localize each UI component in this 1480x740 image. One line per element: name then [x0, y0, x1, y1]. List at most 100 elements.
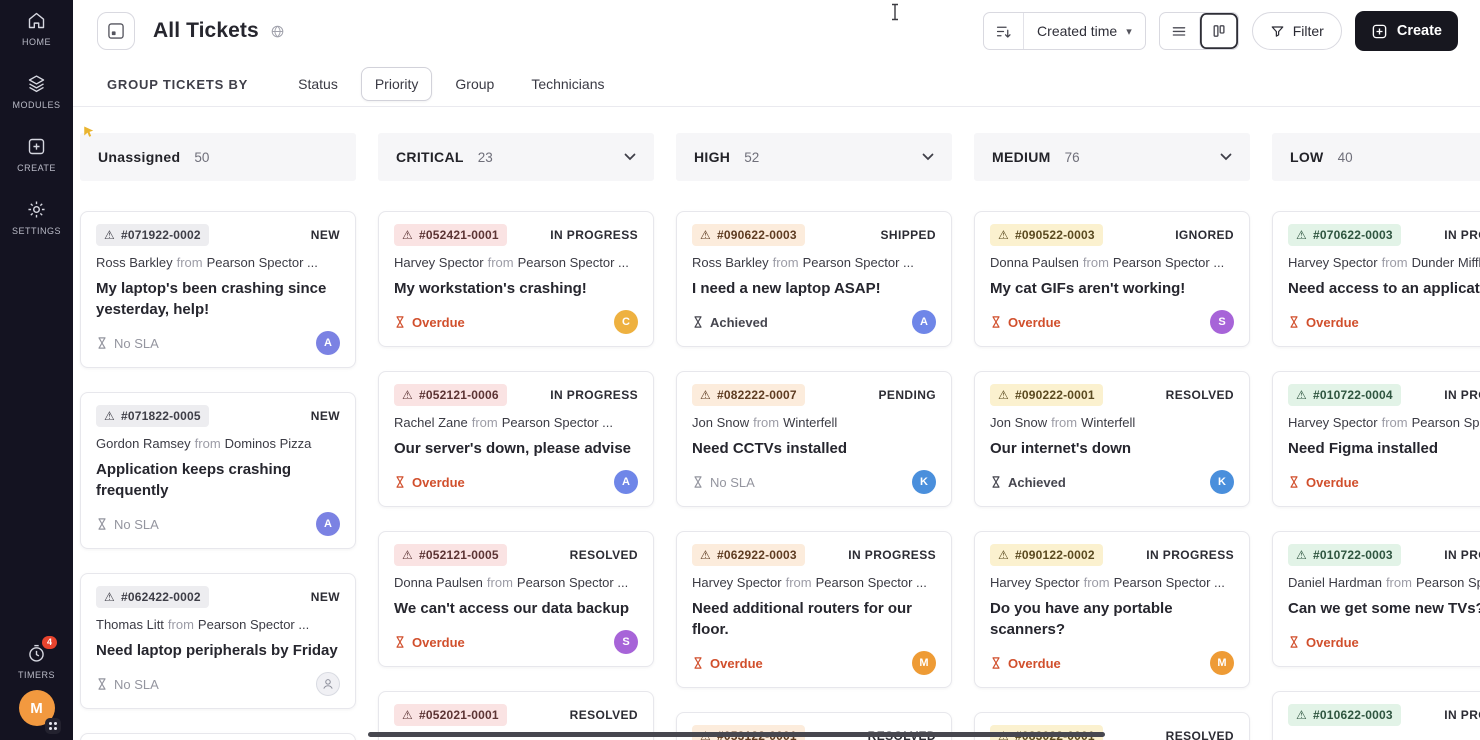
assignee-avatar[interactable]: C	[614, 310, 638, 334]
assignee-avatar[interactable]	[316, 672, 340, 696]
ticket-subject[interactable]: We can't access our data backup	[394, 598, 638, 619]
tab-technicians[interactable]: Technicians	[517, 67, 618, 101]
ticket-id-badge[interactable]: ⚠ #090222-0001	[990, 384, 1103, 406]
requester-line: Ross Barkley from Pearson Spector ...	[692, 255, 936, 271]
ticket-card[interactable]: ⚠ #082222-0007 PENDING Jon Snow from Win…	[676, 371, 952, 507]
ticket-id-badge[interactable]: ⚠ #070622-0003	[1288, 224, 1401, 246]
from-label: from	[487, 255, 514, 270]
ticket-subject[interactable]: Need laptop peripherals by Friday	[96, 640, 340, 661]
ticket-id-badge[interactable]: ⚠ #090622-0003	[692, 224, 805, 246]
ticket-subject[interactable]: Our server's down, please advise	[394, 438, 638, 459]
ticket-card[interactable]: ⚠ #071822-0005 NEW Gordon Ramsey from Do…	[80, 392, 356, 549]
ticket-card-footer: Overdue	[1288, 630, 1480, 654]
ticket-card[interactable]: ⚠ #052421-0001 IN PROGRESS Harvey Specto…	[378, 211, 654, 347]
ticket-status: RESOLVED	[1165, 388, 1234, 402]
sort-dropdown[interactable]: Created time ▾	[1024, 13, 1145, 49]
column-header[interactable]: LOW 40	[1272, 133, 1480, 181]
create-button[interactable]: Create	[1354, 11, 1458, 51]
horizontal-scrollbar-thumb[interactable]	[368, 732, 1105, 737]
ticket-card[interactable]: ⚠ #090522-0003 IGNORED Donna Paulsen fro…	[974, 211, 1250, 347]
assignee-avatar[interactable]: K	[1210, 470, 1234, 494]
ticket-subject[interactable]: Need CCTVs installed	[692, 438, 936, 459]
tab-status[interactable]: Status	[284, 67, 352, 101]
ticket-id-badge[interactable]: ⚠ #052021-0001	[394, 704, 507, 726]
ticket-card[interactable]: ⚠ #062922-0003 IN PROGRESS Harvey Specto…	[676, 531, 952, 688]
column-header[interactable]: CRITICAL 23	[378, 133, 654, 181]
ticket-id-badge[interactable]: ⚠ #052121-0005	[394, 544, 507, 566]
sidebar-item-modules[interactable]: MODULES	[12, 73, 60, 110]
ticket-id-badge[interactable]: ⚠ #010722-0004	[1288, 384, 1401, 406]
sidebar-item-timers[interactable]: 4 TIMERS	[18, 636, 57, 680]
ticket-id-badge[interactable]: ⚠ #071822-0005	[96, 405, 209, 427]
assignee-avatar[interactable]: M	[1210, 651, 1234, 675]
column-header[interactable]: Unassigned 50	[80, 133, 356, 181]
visibility-globe-icon[interactable]	[270, 24, 285, 39]
ticket-subject[interactable]: My laptop's been crashing since yesterda…	[96, 278, 340, 320]
assignee-avatar[interactable]: A	[316, 512, 340, 536]
ticket-id-badge[interactable]: ⚠ #090522-0003	[990, 224, 1103, 246]
assignee-avatar[interactable]: K	[912, 470, 936, 494]
column-count: 76	[1064, 149, 1080, 165]
ticket-subject[interactable]: Need access to an application	[1288, 278, 1480, 299]
ticket-card[interactable]: ⚠ #070622-0003 IN PROGRESS Harvey Specto…	[1272, 211, 1480, 347]
board-view-icon-button[interactable]	[97, 12, 135, 50]
assignee-avatar[interactable]: M	[912, 651, 936, 675]
ticket-card-top: ⚠ #082222-0007 PENDING	[692, 384, 936, 406]
ticket-subject[interactable]: Do you have any portable scanners?	[990, 598, 1234, 640]
sidebar-item-settings[interactable]: SETTINGS	[12, 199, 61, 236]
tab-priority[interactable]: Priority	[360, 67, 433, 101]
ticket-id-badge[interactable]: ⚠ #010622-0003	[1288, 704, 1401, 726]
ticket-subject[interactable]: Application keeps crashing frequently	[96, 459, 340, 501]
ticket-card[interactable]: ⚠ #052121-0005 RESOLVED Donna Paulsen fr…	[378, 531, 654, 667]
assignee-avatar[interactable]: S	[1210, 310, 1234, 334]
assignee-avatar[interactable]: A	[316, 331, 340, 355]
ticket-card[interactable]: ⚠ #052121-0006 IN PROGRESS Rachel Zane f…	[378, 371, 654, 507]
ticket-card[interactable]: ⚠ #090122-0002 IN PROGRESS Harvey Specto…	[974, 531, 1250, 688]
filter-button[interactable]: Filter	[1251, 12, 1342, 50]
ticket-id-badge[interactable]: ⚠ #082222-0007	[692, 384, 805, 406]
ticket-subject[interactable]: Need Figma installed	[1288, 438, 1480, 459]
column-collapse-chevron-icon[interactable]	[624, 153, 636, 161]
ticket-card[interactable]: ⚠ #010622-0003 IN PROGRESS	[1272, 691, 1480, 740]
ticket-card[interactable]: ⚠ #090622-0002 NEW	[80, 733, 356, 740]
requester-name: Rachel Zane	[394, 415, 468, 430]
column-collapse-chevron-icon[interactable]	[1220, 153, 1232, 161]
ticket-card-top: ⚠ #010722-0004 IN PROGRESS	[1288, 384, 1480, 406]
ticket-id-badge[interactable]: ⚠ #071922-0002	[96, 224, 209, 246]
ticket-id-badge[interactable]: ⚠ #052121-0006	[394, 384, 507, 406]
assignee-avatar[interactable]: A	[912, 310, 936, 334]
ticket-subject[interactable]: My cat GIFs aren't working!	[990, 278, 1234, 299]
ticket-card[interactable]: ⚠ #090622-0003 SHIPPED Ross Barkley from…	[676, 211, 952, 347]
ticket-id-badge[interactable]: ⚠ #062922-0003	[692, 544, 805, 566]
ticket-card[interactable]: ⚠ #071922-0002 NEW Ross Barkley from Pea…	[80, 211, 356, 368]
kanban-view-button[interactable]	[1198, 13, 1238, 49]
ticket-id-badge[interactable]: ⚠ #090122-0002	[990, 544, 1103, 566]
ticket-id-badge[interactable]: ⚠ #052421-0001	[394, 224, 507, 246]
assignee-avatar[interactable]: S	[614, 630, 638, 654]
sidebar-item-create[interactable]: CREATE	[17, 136, 56, 173]
column-header[interactable]: HIGH 52	[676, 133, 952, 181]
tab-group[interactable]: Group	[441, 67, 508, 101]
ticket-card-top: ⚠ #052421-0001 IN PROGRESS	[394, 224, 638, 246]
ticket-id-badge[interactable]: ⚠ #010722-0003	[1288, 544, 1401, 566]
ticket-card[interactable]: ⚠ #090222-0001 RESOLVED Jon Snow from Wi…	[974, 371, 1250, 507]
ticket-subject[interactable]: Can we get some new TVs?	[1288, 598, 1480, 619]
ticket-card-top: ⚠ #090122-0002 IN PROGRESS	[990, 544, 1234, 566]
ticket-id-badge[interactable]: ⚠ #062422-0002	[96, 586, 209, 608]
column-collapse-chevron-icon[interactable]	[922, 153, 934, 161]
ticket-subject[interactable]: Need additional routers for our floor.	[692, 598, 936, 640]
sort-direction-button[interactable]	[984, 13, 1025, 49]
ticket-card[interactable]: ⚠ #062422-0002 NEW Thomas Litt from Pear…	[80, 573, 356, 709]
ticket-subject[interactable]: My workstation's crashing!	[394, 278, 638, 299]
column-header[interactable]: MEDIUM 76	[974, 133, 1250, 181]
list-view-button[interactable]	[1160, 13, 1199, 49]
user-avatar[interactable]: M	[18, 690, 61, 734]
sidebar-item-home[interactable]: HOME	[22, 10, 51, 47]
app-switcher-icon[interactable]	[44, 718, 61, 734]
ticket-card[interactable]: ⚠ #010722-0004 IN PROGRESS Harvey Specto…	[1272, 371, 1480, 507]
ticket-subject[interactable]: Our internet's down	[990, 438, 1234, 459]
ticket-subject[interactable]: I need a new laptop ASAP!	[692, 278, 936, 299]
ticket-card[interactable]: ⚠ #010722-0003 IN PROGRESS Daniel Hardma…	[1272, 531, 1480, 667]
assignee-avatar[interactable]: A	[614, 470, 638, 494]
ticket-card-footer: Achieved A	[692, 310, 936, 334]
